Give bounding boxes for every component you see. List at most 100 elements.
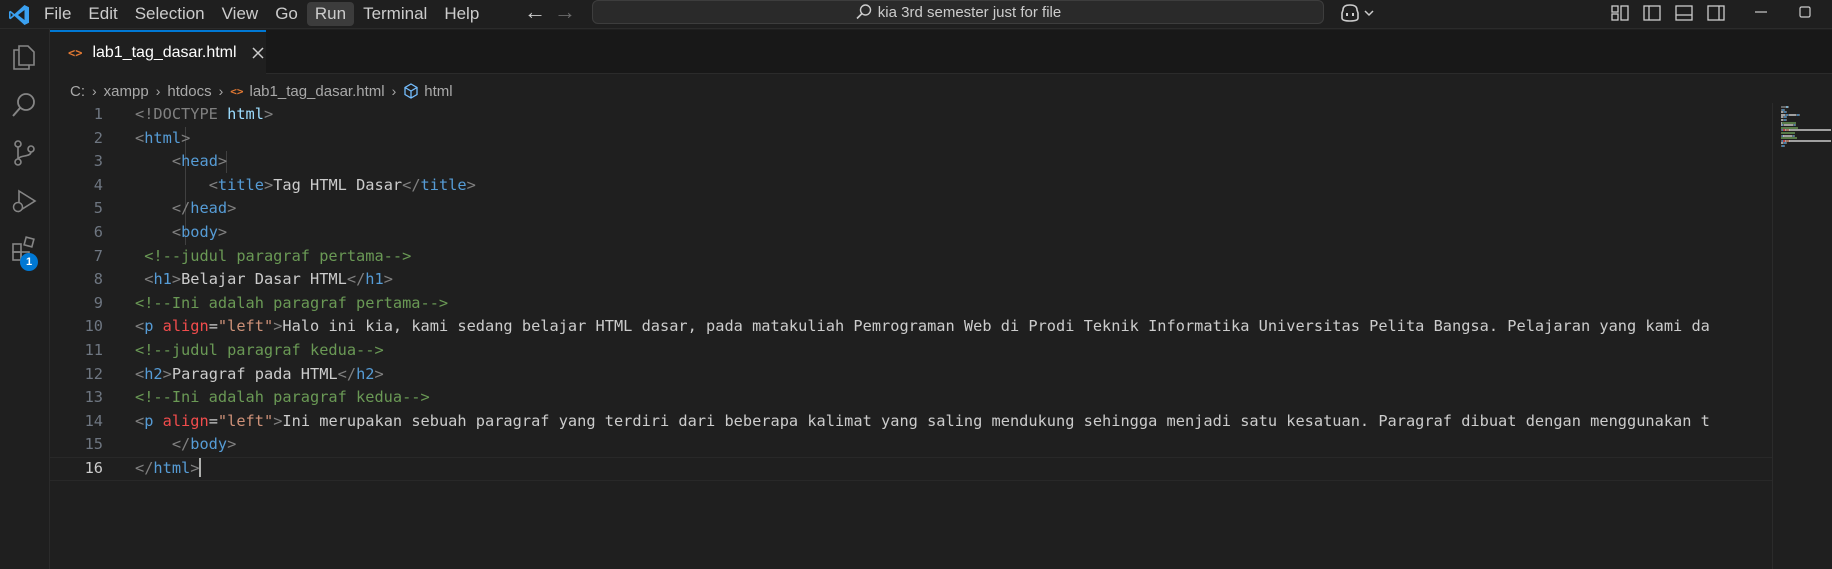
line-number: 1 bbox=[93, 105, 103, 123]
code-text: </head> bbox=[135, 197, 236, 221]
toggle-secondary-sidebar-icon[interactable] bbox=[1700, 2, 1732, 24]
code-line[interactable]: 11 <!--judul paragraf kedua--> bbox=[50, 339, 1772, 363]
code-token: </ bbox=[171, 435, 191, 454]
back-arrow-icon[interactable]: ← bbox=[522, 1, 548, 25]
code-token: Paragraf pada HTML bbox=[171, 364, 338, 383]
code-line[interactable]: 4 <title>Tag HTML Dasar</title> bbox=[50, 174, 1772, 198]
code-line[interactable]: 3 <head> bbox=[50, 150, 1772, 174]
copilot-button[interactable] bbox=[1338, 2, 1382, 24]
code-token: < bbox=[135, 411, 145, 430]
code-line[interactable]: 10 <p align="left">Halo ini kia, kami sed… bbox=[50, 315, 1772, 339]
toggle-panel-icon[interactable] bbox=[1668, 2, 1700, 24]
close-icon bbox=[252, 47, 264, 59]
menu-item-run[interactable]: Run bbox=[306, 2, 355, 26]
code-line[interactable]: 15 </body> bbox=[50, 433, 1772, 457]
code-line[interactable]: 6 <body> bbox=[50, 221, 1772, 245]
code-line[interactable]: 13 <!--Ini adalah paragraf kedua--> bbox=[50, 386, 1772, 410]
code-editor[interactable]: 1 <!DOCTYPE html> 2 <html> 3 <head> 4 <title>… bbox=[50, 103, 1772, 569]
code-token: > bbox=[227, 199, 237, 218]
code-text: <p align="left">Ini merupakan sebuah par… bbox=[135, 410, 1710, 434]
html-file-icon: <> bbox=[230, 84, 244, 98]
breadcrumb-item-file[interactable]: lab1_tag_dasar.html bbox=[250, 83, 385, 100]
minimap-token bbox=[1784, 145, 1785, 147]
tab-lab1-tag-dasar[interactable]: <> lab1_tag_dasar.html bbox=[50, 30, 266, 74]
code-line[interactable]: 7 <!--judul paragraf pertama--> bbox=[50, 245, 1772, 269]
breadcrumb-item-symbol[interactable]: html bbox=[424, 83, 452, 100]
code-token: < bbox=[135, 364, 145, 383]
code-text: <h2>Paragraf pada HTML</h2> bbox=[135, 363, 384, 387]
breadcrumb-item-xampp[interactable]: xampp bbox=[104, 83, 149, 100]
command-center-search[interactable]: kia 3rd semester just for file bbox=[592, 0, 1324, 24]
code-line[interactable]: 14 <p align="left">Ini merupakan sebuah p… bbox=[50, 410, 1772, 434]
code-token: <!--Ini adalah paragraf kedua--> bbox=[135, 388, 430, 407]
code-line[interactable]: 16 </html> bbox=[50, 457, 1772, 481]
source-control-button[interactable] bbox=[0, 129, 48, 177]
code-line[interactable]: 1 <!DOCTYPE html> bbox=[50, 103, 1772, 127]
code-line[interactable]: 2 <html> bbox=[50, 127, 1772, 151]
line-number: 6 bbox=[93, 223, 103, 241]
menu-item-edit[interactable]: Edit bbox=[80, 2, 125, 26]
menu-item-help[interactable]: Help bbox=[436, 2, 487, 26]
minimap-token bbox=[1786, 116, 1787, 119]
code-token: > bbox=[374, 364, 384, 383]
vscode-logo-icon bbox=[9, 5, 29, 25]
line-number: 12 bbox=[84, 364, 103, 383]
code-text: </html> bbox=[135, 457, 202, 480]
chevron-right-icon: › bbox=[391, 83, 397, 99]
menu-item-terminal[interactable]: Terminal bbox=[355, 2, 435, 26]
line-number: 2 bbox=[93, 128, 103, 147]
menu-item-selection[interactable]: Selection bbox=[127, 2, 213, 26]
maximize-button[interactable] bbox=[1778, 0, 1832, 24]
source-control-icon bbox=[14, 140, 35, 166]
code-line[interactable]: 9 <!--Ini adalah paragraf pertama--> bbox=[50, 292, 1772, 316]
explorer-button[interactable] bbox=[0, 33, 48, 81]
code-line[interactable]: 12 <h2>Paragraf pada HTML</h2> bbox=[50, 363, 1772, 387]
code-token: < bbox=[171, 223, 182, 241]
minimap-token bbox=[1786, 142, 1787, 145]
line-number: 8 bbox=[93, 270, 103, 289]
customize-layout-icon[interactable] bbox=[1604, 2, 1636, 24]
code-text: <html> bbox=[135, 127, 190, 151]
code-line[interactable]: 5 </head> bbox=[50, 197, 1772, 221]
code-token: </ bbox=[337, 364, 357, 383]
menu-item-file[interactable]: File bbox=[36, 2, 79, 26]
breadcrumb-item-htdocs[interactable]: htdocs bbox=[167, 83, 211, 100]
code-token: = bbox=[208, 317, 218, 336]
menu-item-view[interactable]: View bbox=[214, 2, 267, 26]
code-text: <body> bbox=[135, 221, 227, 245]
line-number: 10 bbox=[84, 317, 103, 336]
code-token: head bbox=[181, 152, 218, 171]
line-number: 15 bbox=[84, 435, 103, 454]
code-token: <!--Ini adalah paragraf pertama--> bbox=[135, 293, 449, 312]
code-token: = bbox=[208, 411, 218, 430]
html-file-icon: <> bbox=[68, 46, 83, 60]
minimap-token bbox=[1799, 113, 1800, 116]
code-token: < bbox=[135, 317, 145, 336]
extensions-button[interactable]: 1 bbox=[0, 225, 48, 273]
run-debug-icon bbox=[12, 189, 37, 213]
code-token: < bbox=[208, 175, 218, 194]
search-button[interactable] bbox=[0, 81, 48, 129]
menu-item-go[interactable]: Go bbox=[267, 2, 306, 26]
tab-label: lab1_tag_dasar.html bbox=[92, 44, 237, 61]
line-number: 13 bbox=[84, 388, 103, 407]
breadcrumb-item-drive[interactable]: C: bbox=[70, 83, 85, 100]
code-token: Tag HTML Dasar bbox=[273, 175, 403, 194]
chevron-down-icon bbox=[1364, 10, 1374, 17]
run-debug-button[interactable] bbox=[0, 177, 48, 225]
code-token: align bbox=[162, 411, 209, 430]
toggle-sidebar-icon[interactable] bbox=[1636, 2, 1668, 24]
code-token: > bbox=[190, 459, 200, 477]
code-token: html bbox=[227, 105, 264, 123]
line-number: 7 bbox=[93, 246, 103, 265]
minimap[interactable] bbox=[1772, 103, 1832, 569]
close-tab-button[interactable] bbox=[251, 44, 266, 62]
text-cursor bbox=[199, 457, 202, 477]
forward-arrow-icon[interactable]: → bbox=[552, 1, 578, 25]
code-token: html bbox=[144, 128, 182, 147]
code-line[interactable]: 8 <h1>Belajar Dasar HTML</h1> bbox=[50, 268, 1772, 292]
